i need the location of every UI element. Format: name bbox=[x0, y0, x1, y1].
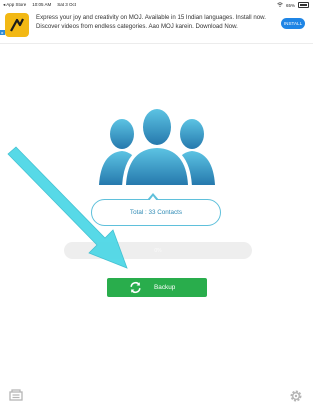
wifi-icon bbox=[277, 2, 283, 8]
backup-label: Backup bbox=[154, 284, 176, 291]
battery-percent: 65% bbox=[285, 2, 295, 8]
status-bar: ◂ App Store 10:05 AM Sat 3 Oct 65% bbox=[0, 0, 313, 8]
ad-banner[interactable]: ▸ Express your joy and creativity on MOJ… bbox=[0, 9, 313, 44]
battery-icon bbox=[298, 2, 309, 8]
backup-sync-icon bbox=[130, 281, 141, 294]
total-contacts-text: Total : 33 Contacts bbox=[129, 209, 183, 216]
menu-icon[interactable] bbox=[9, 389, 23, 401]
install-button[interactable]: INSTALL bbox=[281, 18, 305, 29]
moj-logo-icon[interactable] bbox=[5, 13, 29, 37]
status-carrier[interactable]: ◂ App Store bbox=[3, 2, 26, 8]
status-time: 10:05 AM bbox=[32, 2, 52, 7]
progress-label: 0% bbox=[154, 247, 162, 254]
status-date: Sat 3 Oct bbox=[57, 2, 77, 7]
speech-pill-notch-inner bbox=[149, 196, 157, 201]
ad-text[interactable]: Express your joy and creativity on MOJ. … bbox=[36, 14, 272, 31]
total-contacts-pill: Total : 33 Contacts bbox=[91, 199, 221, 226]
gear-icon[interactable] bbox=[289, 389, 303, 403]
contacts-group-icon bbox=[99, 107, 215, 185]
backup-progress-bar: 0% bbox=[64, 242, 252, 259]
backup-button[interactable]: Backup bbox=[107, 278, 207, 297]
ad-choices-icon[interactable]: ▸ bbox=[0, 30, 5, 35]
